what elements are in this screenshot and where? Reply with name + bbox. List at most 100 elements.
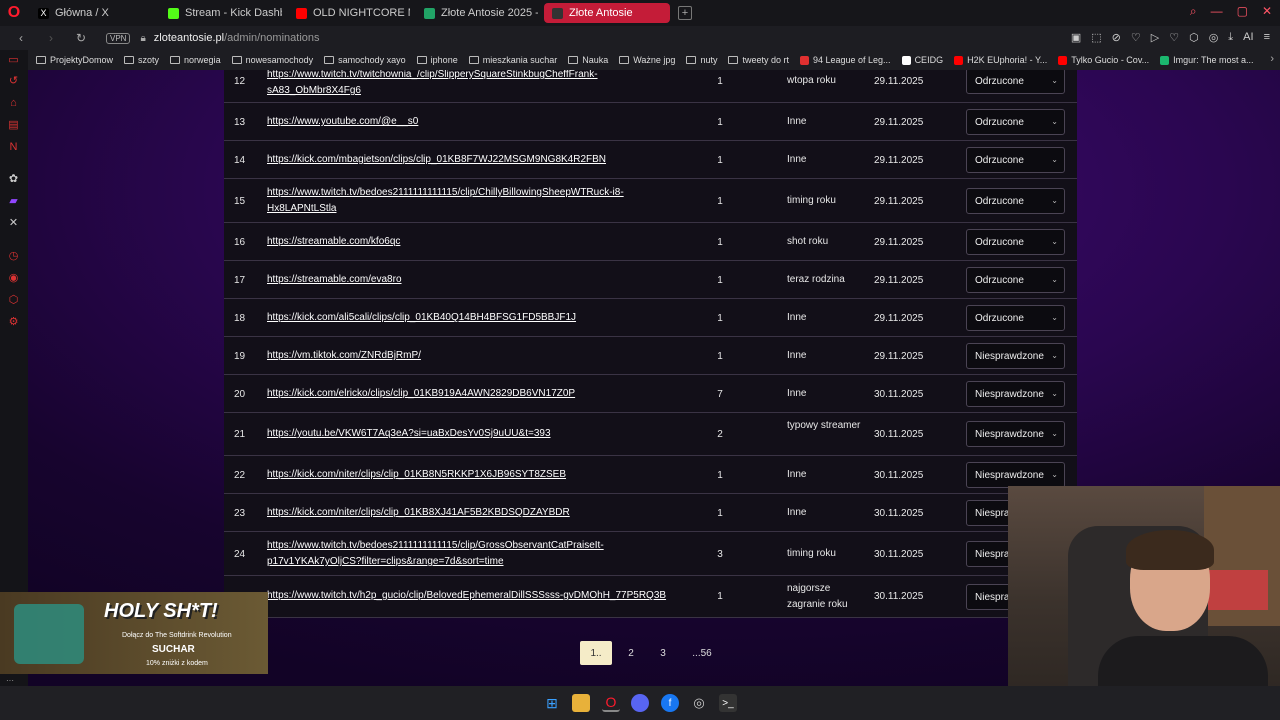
nomination-link[interactable]: https://kick.com/niter/clips/clip_01KB8N…	[267, 467, 687, 483]
chevron-down-icon: ⌄	[1051, 313, 1058, 322]
bookmark-folder[interactable]: ProjektyDomow	[36, 55, 113, 65]
sheets-icon	[424, 7, 435, 19]
netflix-icon[interactable]: N	[7, 140, 20, 153]
terminal-icon[interactable]: >_	[719, 694, 737, 712]
heart-icon[interactable]: ♡	[1169, 31, 1179, 44]
bookmark-folder[interactable]: Ważne jpg	[619, 55, 675, 65]
opera-icon[interactable]: O	[602, 694, 620, 712]
page-2-button[interactable]: 2	[618, 641, 644, 665]
download-icon[interactable]: ⤓	[1228, 31, 1233, 44]
table-row: 17 https://streamable.com/eva8ro 1 teraz…	[224, 261, 1077, 299]
category: Inne	[787, 154, 807, 165]
status-select[interactable]: Odrzucone ⌄	[966, 109, 1065, 135]
maximize-icon[interactable]: ▢	[1237, 4, 1248, 19]
reload-icon[interactable]: ↻	[72, 31, 90, 45]
status-select[interactable]: Odrzucone ⌄	[966, 305, 1065, 331]
url-field[interactable]: zloteantosie.pl/admin/nominations	[154, 32, 320, 44]
back-icon[interactable]: ‹	[12, 31, 30, 45]
status-select[interactable]: Odrzucone ⌄	[966, 70, 1065, 94]
bookmark-folder[interactable]: samochody xayo	[324, 55, 406, 65]
status-select[interactable]: Niesprawdzone ⌄	[966, 343, 1065, 369]
bookmark-site[interactable]: Imgur: The most a...	[1160, 55, 1254, 65]
tab-youtube[interactable]: OLD NIGHTCORE MIX *20	[288, 3, 410, 23]
extensions-icon[interactable]: ⬡	[7, 293, 20, 306]
adblock-icon[interactable]: ⊘	[1112, 31, 1121, 44]
bookmark-folder[interactable]: szoty	[124, 55, 159, 65]
bookmark-folder[interactable]: norwegia	[170, 55, 221, 65]
camera-icon[interactable]: ▣	[1071, 31, 1081, 44]
nomination-link[interactable]: https://kick.com/mbagietson/clips/clip_0…	[267, 152, 687, 168]
nomination-link[interactable]: https://kick.com/ali5cali/clips/clip_01K…	[267, 310, 687, 326]
snapshot-icon[interactable]: ⬚	[1091, 31, 1101, 44]
messenger-icon[interactable]: ▭	[7, 53, 20, 66]
bookmark-icon[interactable]: ♡	[1131, 31, 1141, 44]
chatgpt-icon[interactable]: ✿	[7, 172, 20, 185]
play-icon[interactable]: ▷	[1151, 31, 1159, 44]
shopping-icon[interactable]: ⌂	[7, 96, 20, 109]
search-tabs-icon[interactable]: ⌕	[1190, 4, 1197, 19]
settings-icon[interactable]: ⚙	[7, 315, 20, 328]
x-icon[interactable]: ✕	[7, 216, 20, 229]
wallet-icon[interactable]: ◎	[1209, 31, 1219, 44]
more-dots-icon[interactable]: ···	[6, 676, 14, 685]
nomination-link[interactable]: https://youtu.be/VKW6T7Aq3eA?si=uaBxDesY…	[267, 426, 687, 442]
bookmarks-more-icon[interactable]: ›	[1270, 53, 1274, 65]
bookmark-site[interactable]: H2K EUphoria! - Y...	[954, 55, 1047, 65]
tab-kick[interactable]: Stream - Kick Dashboard	[160, 3, 282, 23]
nomination-link[interactable]: https://kick.com/elricko/clips/clip_01KB…	[267, 386, 687, 402]
bookmark-site[interactable]: 94 League of Leg...	[799, 55, 891, 65]
opera-logo-icon[interactable]: O	[0, 0, 28, 26]
status-select[interactable]: Odrzucone ⌄	[966, 267, 1065, 293]
forward-icon[interactable]: ›	[42, 31, 60, 45]
status-select[interactable]: Odrzucone ⌄	[966, 188, 1065, 214]
close-icon[interactable]: ✕	[1262, 4, 1272, 19]
status-select[interactable]: Odrzucone ⌄	[966, 147, 1065, 173]
minimize-icon[interactable]: —	[1211, 4, 1223, 19]
discord-icon[interactable]	[631, 694, 649, 712]
nomination-link[interactable]: https://www.twitch.tv/twitchownia_/clip/…	[267, 70, 687, 99]
vote-count: 1	[717, 313, 723, 324]
bookmark-folder[interactable]: iphone	[416, 55, 458, 65]
bookmark-folder[interactable]: nuty	[686, 55, 717, 65]
facebook-icon[interactable]: f	[661, 694, 679, 712]
bookmark-folder[interactable]: nowesamochody	[231, 55, 313, 65]
nomination-link[interactable]: https://streamable.com/kfo6qc	[267, 234, 687, 250]
player-icon[interactable]: ◉	[7, 271, 20, 284]
page-1-button[interactable]: 1..	[580, 641, 612, 665]
bookmark-site[interactable]: CEIDG	[901, 55, 943, 65]
nomination-link[interactable]: https://www.twitch.tv/bedoes211111111111…	[267, 538, 687, 570]
lock-icon[interactable]: 🔒︎	[140, 33, 145, 44]
vpn-badge[interactable]: VPN	[106, 32, 131, 44]
new-tab-button[interactable]: +	[678, 6, 692, 20]
twitch-icon[interactable]: ▰	[7, 194, 20, 207]
nomination-link[interactable]: https://kick.com/niter/clips/clip_01KB8X…	[267, 505, 687, 521]
bookmark-folder[interactable]: tweety do rt	[728, 55, 789, 65]
news-icon[interactable]: ▤	[7, 118, 20, 131]
page-last-button[interactable]: ...56	[684, 641, 720, 665]
tab-sheets[interactable]: Złote Antosie 2025 - Arku	[416, 3, 538, 23]
windows-start-icon[interactable]: ⊞	[543, 694, 561, 712]
status-select[interactable]: Odrzucone ⌄	[966, 229, 1065, 255]
tab-zlote-antosie[interactable]: Złote Antosie	[544, 3, 670, 23]
nomination-link[interactable]: https://www.youtube.com/@e__s0	[267, 114, 687, 130]
extensions-icon[interactable]: ⬡	[1189, 31, 1199, 44]
nomination-link[interactable]: https://www.twitch.tv/bedoes211111111111…	[267, 185, 687, 217]
nomination-link[interactable]: https://vm.tiktok.com/ZNRdBjRmP/	[267, 348, 687, 364]
menu-icon[interactable]: ≡	[1264, 31, 1270, 44]
folder-icon	[728, 56, 739, 64]
status-select[interactable]: Niesprawdzone ⌄	[966, 421, 1065, 447]
tab-x[interactable]: X Główna / X	[30, 3, 152, 23]
aria-ai-icon[interactable]: AI	[1243, 31, 1253, 44]
nomination-link[interactable]: https://www.twitch.tv/h2p_gucio/clip/Bel…	[267, 588, 687, 604]
history-icon[interactable]: ↺	[7, 74, 20, 87]
page-3-button[interactable]: 3	[650, 641, 676, 665]
file-explorer-icon[interactable]	[572, 694, 590, 712]
status-select[interactable]: Niesprawdzone ⌄	[966, 462, 1065, 488]
bookmark-folder[interactable]: Nauka	[568, 55, 608, 65]
bookmark-site[interactable]: Tylko Gucio - Cov...	[1058, 55, 1149, 65]
bookmark-folder[interactable]: mieszkania suchar	[468, 55, 557, 65]
nomination-link[interactable]: https://streamable.com/eva8ro	[267, 272, 687, 288]
obs-icon[interactable]: ◎	[690, 694, 708, 712]
clock-icon[interactable]: ◷	[7, 249, 20, 262]
status-select[interactable]: Niesprawdzone ⌄	[966, 381, 1065, 407]
